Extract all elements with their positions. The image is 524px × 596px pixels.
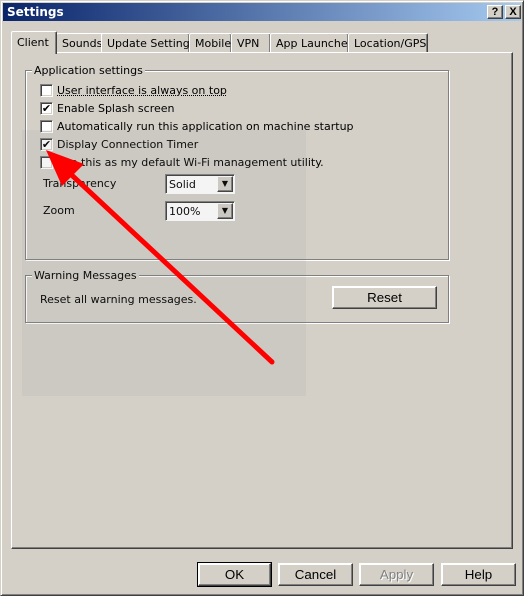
tab-location-gps[interactable]: Location/GPS [348,33,428,53]
default-wifi-utility-label: Use this as my default Wi-Fi management … [57,156,324,169]
connection-timer-label: Display Connection Timer [57,138,199,151]
run-on-startup-label: Automatically run this application on ma… [57,120,354,133]
apply-button[interactable]: Apply [359,563,434,586]
always-on-top-label: User interface is always on top [57,84,227,97]
window-title: Settings [7,5,64,19]
zoom-label: Zoom [43,204,75,217]
settings-dialog: Settings ? X Client Sounds Update Settin… [0,0,524,596]
run-on-startup-checkbox[interactable] [40,120,53,133]
transparency-label: Transparency [43,177,117,190]
tab-update-settings[interactable]: Update Settings [101,33,195,53]
tab-mobile[interactable]: Mobile [189,33,232,53]
warning-messages-group: Warning Messages Reset all warning messa… [25,269,449,323]
chevron-down-icon[interactable]: ▼ [217,203,233,219]
connection-timer-checkbox[interactable]: ✔ [40,138,53,151]
reset-warnings-text: Reset all warning messages. [40,293,197,306]
application-settings-group: Application settings User interface is a… [25,64,449,260]
application-settings-legend: Application settings [32,64,145,77]
zoom-value: 100% [169,205,201,218]
tab-client[interactable]: Client [11,31,57,54]
tab-app-launcher[interactable]: App Launcher [270,33,352,53]
title-bar: Settings ? X [3,3,521,21]
warning-messages-legend: Warning Messages [32,269,139,282]
transparency-dropdown[interactable]: Solid ▼ [165,174,235,194]
transparency-value: Solid [169,178,196,191]
ok-button[interactable]: OK [197,562,272,587]
close-title-button[interactable]: X [505,5,521,19]
default-wifi-utility-checkbox[interactable] [40,156,53,169]
help-title-button[interactable]: ? [487,5,503,19]
help-button[interactable]: Help [441,563,516,586]
zoom-dropdown[interactable]: 100% ▼ [165,201,235,221]
client-tab-panel: Application settings User interface is a… [11,52,513,549]
splash-screen-label: Enable Splash screen [57,102,175,115]
chevron-down-icon[interactable]: ▼ [217,176,233,192]
cancel-button[interactable]: Cancel [278,563,353,586]
tab-vpn[interactable]: VPN [231,33,271,53]
always-on-top-checkbox[interactable] [40,84,53,97]
splash-screen-checkbox[interactable]: ✔ [40,102,53,115]
reset-button[interactable]: Reset [332,286,437,309]
